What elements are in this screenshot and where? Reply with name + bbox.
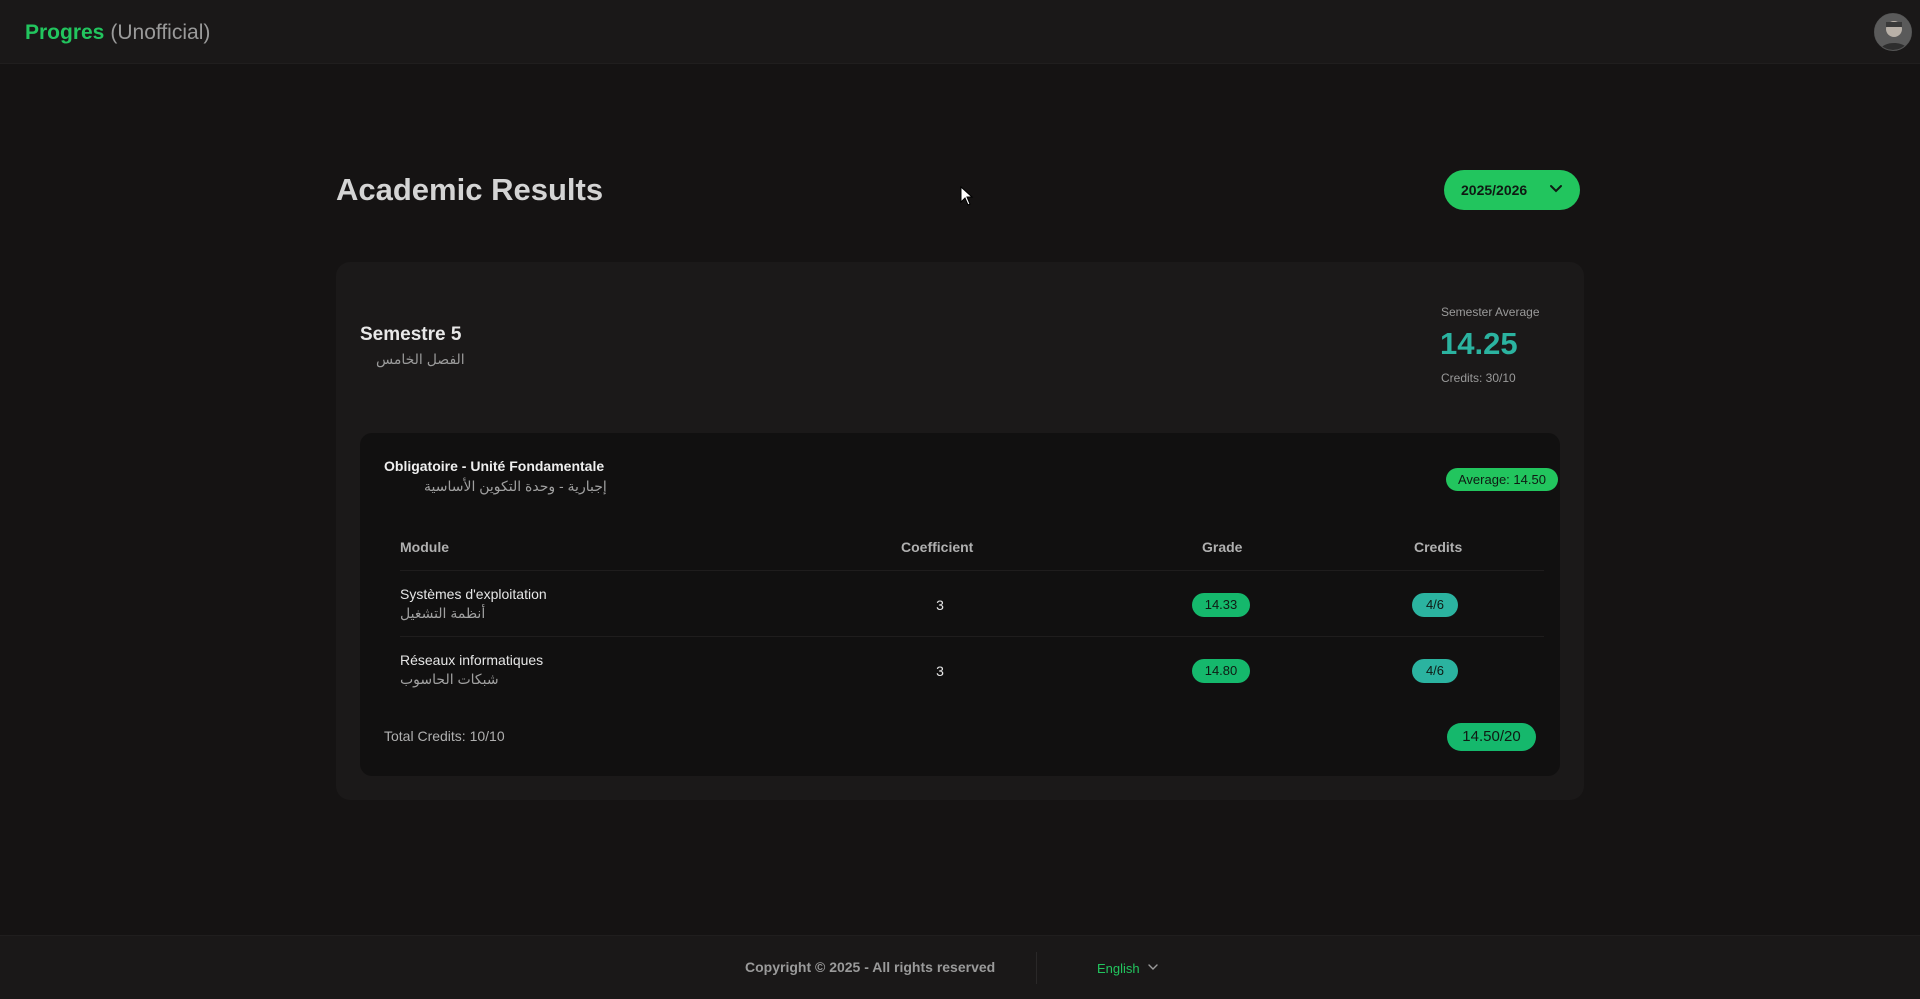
academic-year-dropdown[interactable]: 2025/2026 [1444,170,1580,210]
brand-name: Progres [25,21,105,44]
module-name: Systèmes d'exploitation [400,586,547,602]
module-credits-badge: 4/6 [1412,659,1458,683]
module-credits-badge: 4/6 [1412,593,1458,617]
semester-card: Semestre 5 الفصل الخامس Semester Average… [336,262,1584,800]
chevron-down-icon[interactable] [1148,962,1158,972]
avatar-icon [1875,14,1911,50]
module-name: Réseaux informatiques [400,652,544,668]
page-title: Academic Results [336,172,604,207]
unit-average-badge: Average: 14.50 [1446,468,1558,491]
column-header-coefficient: Coefficient [901,539,974,555]
brand-tag: (Unofficial) [110,21,211,44]
module-coefficient: 3 [936,663,944,679]
chevron-down-icon [1550,185,1562,193]
brand-logo[interactable]: Progres (Unofficial) [25,21,210,45]
top-navbar: Progres (Unofficial) [0,0,1920,64]
language-selector[interactable]: English [1097,961,1140,976]
row-divider [400,636,1544,637]
column-header-grade: Grade [1202,539,1243,555]
unit-subtitle-ar: إجبارية - وحدة التكوين الأساسية [424,478,607,494]
academic-year-value: 2025/2026 [1461,182,1528,198]
teaching-unit-card: Obligatoire - Unité Fondamentale إجبارية… [360,433,1560,776]
module-name-ar: شبكات الحاسوب [400,671,499,687]
semester-title: Semestre 5 [360,324,462,345]
unit-total-credits: Total Credits: 10/10 [384,728,505,744]
semester-subtitle-ar: الفصل الخامس [376,351,465,367]
user-avatar[interactable] [1874,13,1912,51]
semester-average-value: 14.25 [1440,326,1518,361]
footer-divider [1036,952,1037,984]
column-header-module: Module [400,539,449,555]
module-name-ar: أنظمة التشغيل [400,605,486,621]
module-coefficient: 3 [936,597,944,613]
module-grade-badge: 14.80 [1192,659,1250,683]
footer: Copyright © 2025 - All rights reserved E… [0,935,1920,999]
semester-average-label: Semester Average [1441,305,1540,319]
copyright-text: Copyright © 2025 - All rights reserved [745,959,996,975]
semester-credits: Credits: 30/10 [1441,371,1516,385]
row-divider [400,570,1544,571]
mouse-cursor-icon [960,186,974,206]
unit-total-grade-badge: 14.50/20 [1447,723,1536,751]
column-header-credits: Credits [1414,539,1463,555]
module-grade-badge: 14.33 [1192,593,1250,617]
unit-title: Obligatoire - Unité Fondamentale [384,458,605,474]
